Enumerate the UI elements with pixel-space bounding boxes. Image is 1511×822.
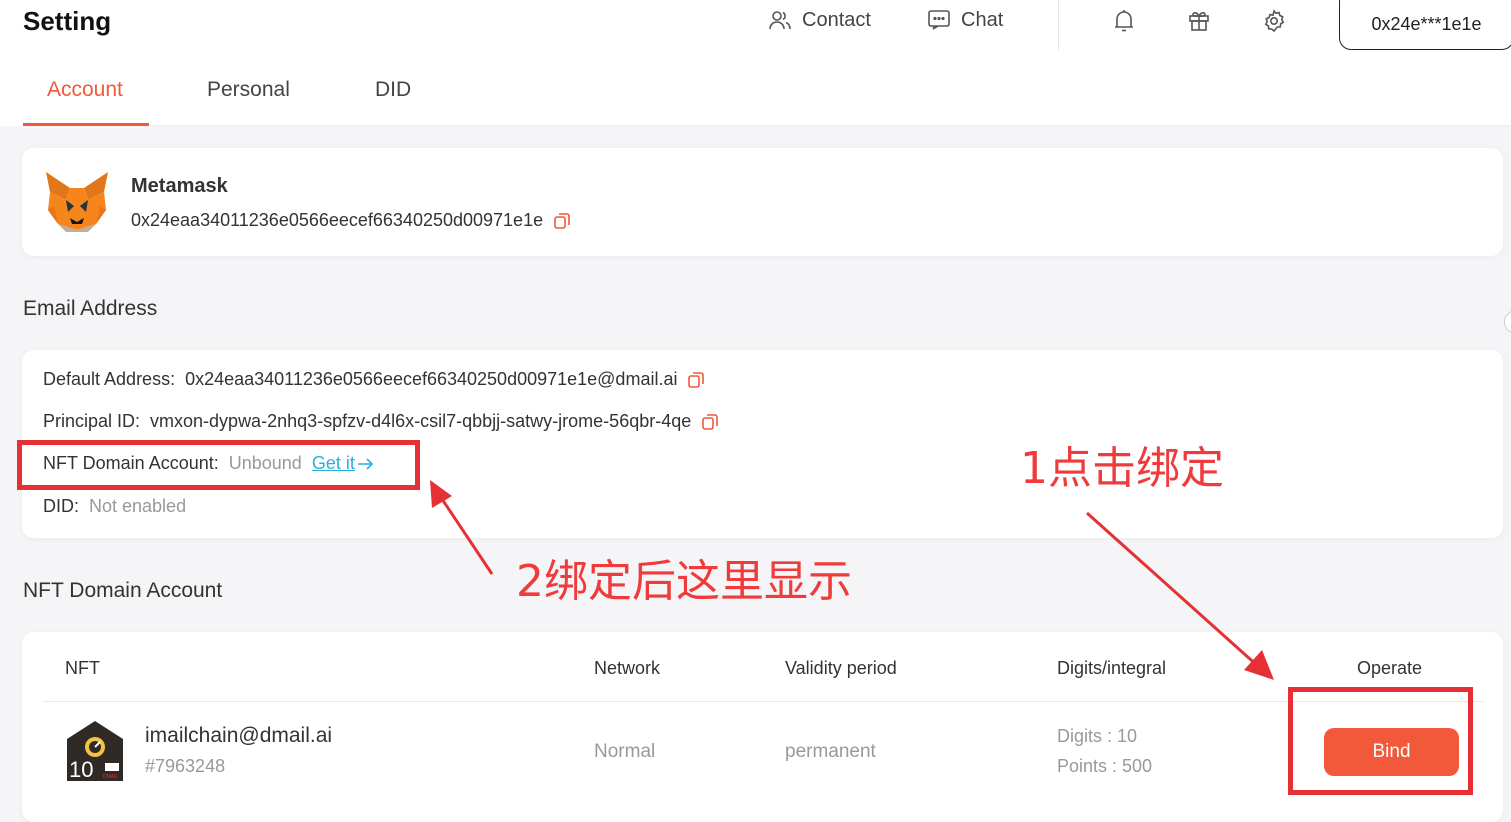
nft-digits: Digits : 10 xyxy=(1057,726,1138,746)
nft-network: Normal xyxy=(594,741,656,762)
copy-icon[interactable] xyxy=(553,212,571,230)
copy-icon[interactable] xyxy=(701,413,719,431)
nft-thumb-brand: DMAIL xyxy=(103,774,119,780)
contacts-icon xyxy=(769,11,791,30)
header-divider xyxy=(1058,0,1059,50)
page-title: Setting xyxy=(23,6,112,36)
annotation-box-nft-row xyxy=(17,440,420,490)
tabs-border xyxy=(23,125,1511,126)
wallet-address-row: 0x24eaa34011236e0566eecef66340250d00971e… xyxy=(131,210,571,231)
did-label: DID: xyxy=(43,496,79,516)
chat-link[interactable]: Chat xyxy=(927,8,1003,32)
nft-table: NFT Network Validity period Digits/integ… xyxy=(22,632,1503,822)
chat-icon xyxy=(928,10,950,30)
nft-thumbnail: 10 DMAIL xyxy=(67,721,123,781)
column-header-validity: Validity period xyxy=(785,658,897,678)
nft-id: #7963248 xyxy=(145,756,226,776)
scroll-handle[interactable] xyxy=(1504,310,1511,334)
nft-validity: permanent xyxy=(785,741,876,762)
copy-icon[interactable] xyxy=(687,371,705,389)
column-header-digits: Digits/integral xyxy=(1057,658,1167,678)
column-header-operate: Operate xyxy=(1357,658,1423,678)
gift-icon[interactable] xyxy=(1187,8,1211,34)
chat-label: Chat xyxy=(961,8,1004,31)
tab-account[interactable]: Account xyxy=(23,70,207,126)
settings-tabs: Account Personal DID xyxy=(23,70,455,126)
email-section-title: Email Address xyxy=(23,297,158,320)
default-address-label: Default Address: xyxy=(43,369,176,389)
tab-personal[interactable]: Personal xyxy=(207,70,375,126)
did-status: Not enabled xyxy=(89,496,187,516)
default-address-row: Default Address: 0x24eaa34011236e0566eec… xyxy=(43,369,705,390)
annotation-box-bind xyxy=(1288,687,1473,795)
nft-section-title: NFT Domain Account xyxy=(23,579,223,602)
gear-icon[interactable] xyxy=(1262,8,1286,34)
nft-points: Points : 500 xyxy=(1057,756,1153,776)
nft-name: imailchain@dmail.ai xyxy=(145,724,333,747)
wallet-address-button[interactable]: 0x24e***1e1e xyxy=(1339,0,1511,50)
wallet-card: Metamask 0x24eaa34011236e0566eecef663402… xyxy=(22,148,1503,256)
principal-id-label: Principal ID: xyxy=(43,411,141,431)
principal-id-row: Principal ID: vmxon-dypwa-2nhq3-spfzv-d4… xyxy=(43,411,719,432)
active-tab-indicator xyxy=(23,123,149,126)
column-header-nft: NFT xyxy=(65,658,100,678)
annotation-step1: 1点击绑定 xyxy=(1020,443,1224,494)
tab-did[interactable]: DID xyxy=(375,70,455,126)
wallet-address: 0x24eaa34011236e0566eecef66340250d00971e… xyxy=(131,210,544,230)
annotation-step2: 2绑定后这里显示 xyxy=(516,556,852,607)
did-row: DID: Not enabled xyxy=(43,496,186,517)
table-divider xyxy=(43,701,1483,702)
column-header-network: Network xyxy=(594,658,661,678)
default-address-value: 0x24eaa34011236e0566eecef66340250d00971e… xyxy=(185,369,678,389)
contact-link[interactable]: Contact xyxy=(768,8,871,32)
nft-thumb-number: 10 xyxy=(69,757,93,781)
principal-id-value: vmxon-dypwa-2nhq3-spfzv-d4l6x-csil7-qbbj… xyxy=(150,411,692,431)
contact-label: Contact xyxy=(802,8,871,31)
wallet-name: Metamask xyxy=(131,175,228,197)
metamask-fox-icon xyxy=(46,172,108,232)
bell-icon[interactable] xyxy=(1112,8,1136,34)
